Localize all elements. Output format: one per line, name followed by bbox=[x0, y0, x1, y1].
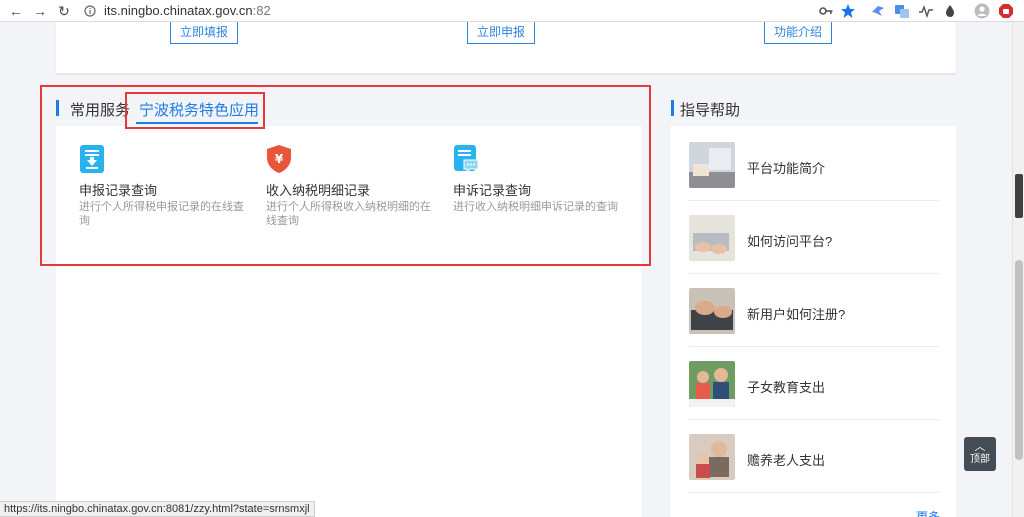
service-description: 进行个人所得税收入纳税明细的在线查询 bbox=[266, 201, 431, 227]
document-chat-icon bbox=[454, 145, 479, 174]
feature-intro-button[interactable]: 功能介绍 bbox=[764, 22, 832, 44]
svg-text:¥: ¥ bbox=[275, 152, 284, 166]
help-item-label: 平台功能简介 bbox=[747, 161, 826, 176]
help-item-register[interactable]: 新用户如何注册? bbox=[689, 274, 939, 347]
translate-extension-icon[interactable] bbox=[894, 3, 910, 19]
help-item-access-platform[interactable]: 如何访问平台? bbox=[689, 201, 939, 274]
section-marker bbox=[56, 100, 59, 116]
help-item-platform-intro[interactable]: 平台功能简介 bbox=[689, 128, 939, 201]
back-arrow-icon[interactable]: ← bbox=[8, 3, 24, 19]
scroll-position-marker bbox=[1015, 174, 1023, 218]
service-description: 进行个人所得税申报记录的在线查询 bbox=[79, 201, 244, 227]
elderly-family-image bbox=[689, 434, 735, 480]
help-item-label: 赡养老人支出 bbox=[747, 453, 826, 468]
guide-help-panel: 平台功能简介 如何访问平台? 新用户如何注册? 子女教育支出 赡养老人支出 更多 bbox=[671, 126, 956, 517]
help-item-label: 新用户如何注册? bbox=[747, 307, 846, 322]
special-apps-panel: 申报记录查询 进行个人所得税申报记录的在线查询 ¥ 收入纳税明细记录 进行个人所… bbox=[56, 126, 641, 517]
more-link[interactable]: 更多 bbox=[916, 508, 940, 517]
address-bar[interactable]: its.ningbo.chinatax.gov.cn:82 bbox=[80, 1, 870, 21]
status-bar-url: https://its.ningbo.chinatax.gov.cn:8081/… bbox=[0, 501, 315, 517]
info-icon[interactable] bbox=[84, 5, 96, 17]
key-icon[interactable] bbox=[818, 3, 834, 19]
help-item-elderly-support[interactable]: 赡养老人支出 bbox=[689, 420, 939, 493]
back-to-top-button[interactable]: ︿ 顶部 bbox=[964, 437, 996, 471]
service-name: 收入纳税明细记录 bbox=[266, 183, 371, 198]
bird-extension-icon[interactable] bbox=[870, 3, 886, 19]
service-name: 申诉记录查询 bbox=[453, 183, 532, 198]
tab-ningbo-special-apps[interactable]: 宁波税务特色应用 bbox=[139, 99, 259, 120]
url-text: its.ningbo.chinatax.gov.cn:82 bbox=[104, 3, 271, 18]
guide-help-title: 指导帮助 bbox=[680, 102, 741, 119]
active-tab-underline bbox=[136, 122, 258, 124]
bookmark-star-icon[interactable] bbox=[840, 3, 856, 19]
help-item-child-education[interactable]: 子女教育支出 bbox=[689, 347, 939, 420]
browser-toolbar: ← → ↻ its.ningbo.chinatax.gov.cn:82 bbox=[0, 0, 1024, 22]
tax-shield-icon: ¥ bbox=[267, 145, 291, 173]
service-description: 进行收入纳税明细申诉记录的查询 bbox=[453, 201, 618, 213]
page-scrollbar[interactable] bbox=[1012, 22, 1024, 517]
fill-now-button[interactable]: 立即填报 bbox=[170, 22, 238, 44]
declare-now-button[interactable]: 立即申报 bbox=[467, 22, 535, 44]
chevron-up-icon: ︿ bbox=[974, 441, 986, 453]
section-marker bbox=[671, 100, 674, 116]
profile-avatar-icon[interactable] bbox=[974, 3, 990, 19]
drop-extension-icon[interactable] bbox=[942, 3, 958, 19]
tab-common-services[interactable]: 常用服务 bbox=[70, 99, 130, 120]
help-item-label: 子女教育支出 bbox=[747, 380, 826, 395]
top-card: 立即填报 立即申报 功能介绍 bbox=[56, 22, 956, 74]
service-name: 申报记录查询 bbox=[79, 183, 158, 198]
scroll-thumb[interactable] bbox=[1015, 260, 1023, 460]
back-to-top-label: 顶部 bbox=[970, 454, 990, 465]
pulse-extension-icon[interactable] bbox=[918, 3, 934, 19]
help-item-label: 如何访问平台? bbox=[747, 234, 833, 249]
typing-laptop-image bbox=[689, 215, 735, 261]
laptop-desk-image bbox=[689, 142, 735, 188]
keyboard-hands-image bbox=[689, 288, 735, 334]
adblock-icon[interactable] bbox=[998, 3, 1014, 19]
document-download-icon bbox=[80, 145, 104, 173]
family-study-image bbox=[689, 361, 735, 407]
reload-icon[interactable]: ↻ bbox=[56, 3, 72, 19]
forward-arrow-icon[interactable]: → bbox=[32, 3, 48, 19]
